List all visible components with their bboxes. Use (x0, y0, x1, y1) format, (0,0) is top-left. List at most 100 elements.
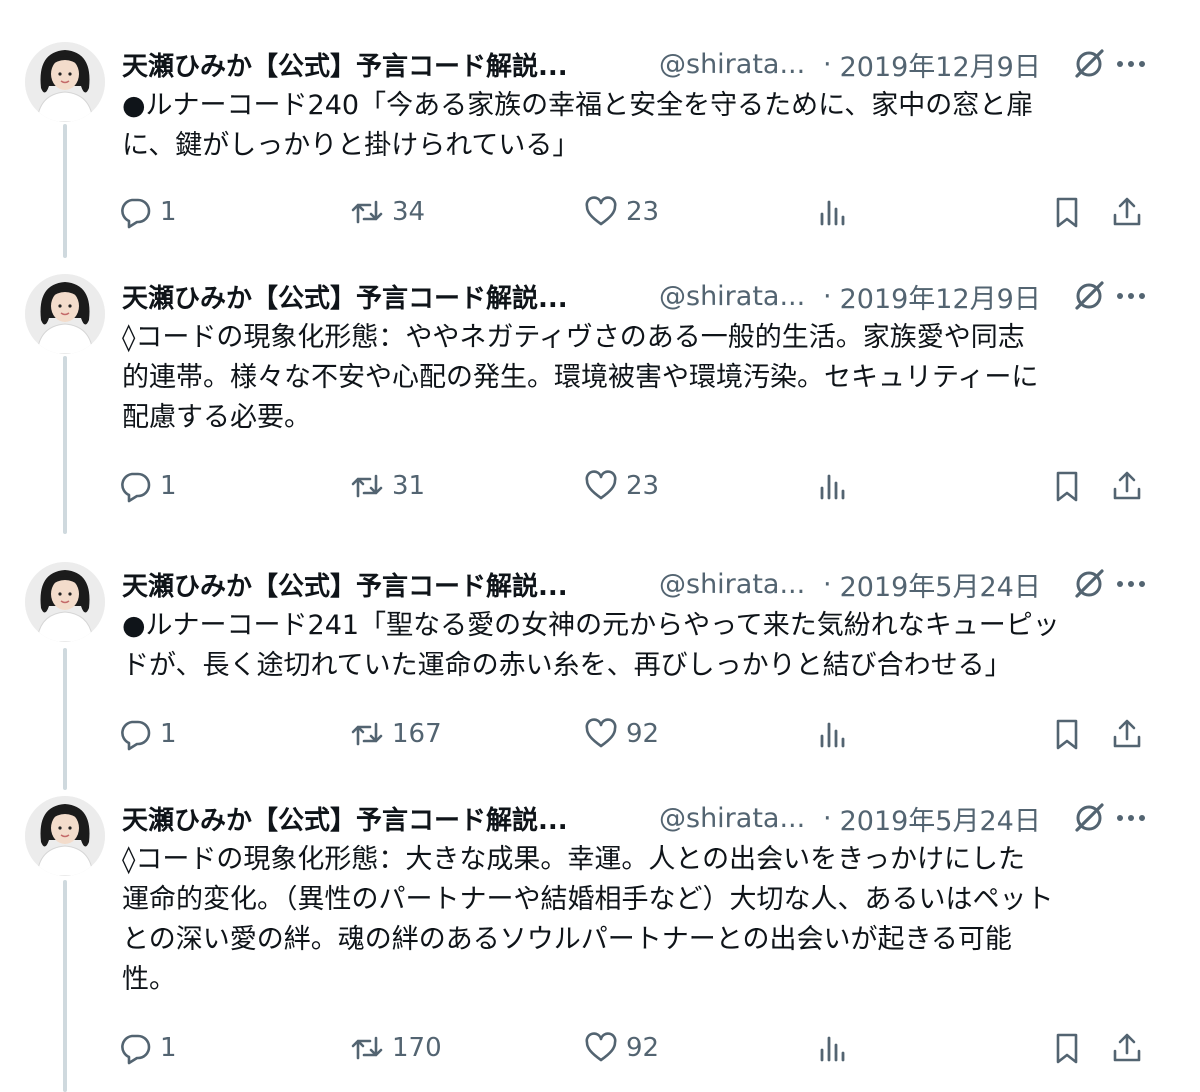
views-icon (820, 200, 845, 226)
more-icon[interactable] (1114, 570, 1148, 598)
more-icon[interactable] (1114, 50, 1148, 78)
reply-icon (121, 1034, 151, 1065)
bookmark-button[interactable] (1050, 464, 1084, 508)
avatar[interactable] (25, 796, 105, 876)
bookmark-button[interactable] (1050, 190, 1084, 234)
avatar[interactable] (25, 274, 105, 354)
grok-icon[interactable] (1071, 278, 1107, 314)
user-handle[interactable]: @shirata... (659, 803, 809, 834)
tweet-text: ◊コードの現象化形態：ややネガティヴさのある一般的生活。家族愛や同志 的連帯。様… (122, 322, 1039, 433)
bookmark-icon (1056, 1033, 1078, 1064)
reply-count: 1 (160, 197, 177, 227)
retweet-icon (351, 1036, 383, 1060)
heart-icon (585, 470, 617, 500)
retweet-count: 170 (392, 1033, 442, 1063)
retweet-count: 167 (392, 719, 442, 749)
retweet-count: 34 (392, 197, 426, 227)
share-button[interactable] (1110, 1026, 1144, 1070)
thread-line (63, 880, 67, 1092)
reply-count: 1 (160, 719, 177, 749)
reply-button[interactable]: 1 (118, 712, 177, 756)
reply-button[interactable]: 1 (118, 190, 177, 234)
avatar-image (25, 42, 105, 122)
display-name[interactable]: 天瀬ひみか【公式】予言コード解説... (122, 566, 647, 603)
views-button[interactable] (816, 464, 850, 508)
retweet-button[interactable]: 170 (350, 1026, 442, 1070)
tweet-text: ●ルナーコード241「聖なる愛の女神の元からやって来た気紛れなキューピッ ドが、… (122, 610, 1060, 681)
separator-dot: · (823, 48, 832, 80)
views-icon (820, 474, 845, 500)
reply-icon (121, 472, 151, 503)
action-bar: 1 31 23 (118, 464, 1158, 508)
avatar[interactable] (25, 562, 105, 642)
views-button[interactable] (816, 190, 850, 234)
action-bar: 1 34 23 (118, 190, 1158, 234)
tweet-text: ◊コードの現象化形態：大きな成果。幸運。人との出会いをきっかけにした 運命的変化… (122, 844, 1054, 995)
tweet-date[interactable]: 2019年5月24日 (840, 799, 1041, 838)
grok-icon[interactable] (1071, 566, 1107, 602)
display-name[interactable]: 天瀬ひみか【公式】予言コード解説... (122, 46, 647, 83)
bookmark-icon (1056, 719, 1078, 750)
retweet-count: 31 (392, 471, 426, 501)
share-icon (1113, 719, 1141, 748)
grok-icon[interactable] (1071, 800, 1107, 836)
retweet-button[interactable]: 34 (350, 190, 425, 234)
retweet-button[interactable]: 31 (350, 464, 425, 508)
like-count: 92 (626, 719, 660, 749)
display-name[interactable]: 天瀬ひみか【公式】予言コード解説... (122, 800, 647, 837)
like-button[interactable]: 92 (584, 1026, 659, 1070)
share-button[interactable] (1110, 190, 1144, 234)
more-icon[interactable] (1114, 804, 1148, 832)
views-button[interactable] (816, 1026, 850, 1070)
display-name[interactable]: 天瀬ひみか【公式】予言コード解説... (122, 278, 647, 315)
heart-icon (585, 196, 617, 226)
like-button[interactable]: 23 (584, 464, 659, 508)
like-button[interactable]: 92 (584, 712, 659, 756)
retweet-button[interactable]: 167 (350, 712, 442, 756)
like-count: 23 (626, 197, 660, 227)
avatar[interactable] (25, 42, 105, 122)
user-handle[interactable]: @shirata... (659, 49, 809, 80)
reply-icon (121, 720, 151, 751)
bookmark-icon (1056, 471, 1078, 502)
user-handle[interactable]: @shirata... (659, 281, 809, 312)
tweet-date[interactable]: 2019年12月9日 (840, 277, 1041, 316)
views-button[interactable] (816, 712, 850, 756)
views-icon (820, 722, 845, 748)
bookmark-button[interactable] (1050, 1026, 1084, 1070)
reply-icon (121, 198, 151, 229)
avatar-image (25, 274, 105, 354)
avatar-image (25, 562, 105, 642)
share-icon (1113, 1033, 1141, 1062)
separator-dot: · (823, 568, 832, 600)
share-icon (1113, 471, 1141, 500)
tweet-date[interactable]: 2019年12月9日 (840, 45, 1041, 84)
user-handle[interactable]: @shirata... (659, 569, 809, 600)
avatar-image (25, 796, 105, 876)
thread-line (63, 648, 67, 790)
more-icon[interactable] (1114, 282, 1148, 310)
share-button[interactable] (1110, 712, 1144, 756)
retweet-icon (351, 722, 383, 746)
heart-icon (585, 1032, 617, 1062)
reply-count: 1 (160, 471, 177, 501)
bookmark-button[interactable] (1050, 712, 1084, 756)
like-button[interactable]: 23 (584, 190, 659, 234)
reply-button[interactable]: 1 (118, 1026, 177, 1070)
separator-dot: · (823, 280, 832, 312)
tweet-date[interactable]: 2019年5月24日 (840, 565, 1041, 604)
like-count: 92 (626, 1033, 660, 1063)
share-button[interactable] (1110, 464, 1144, 508)
grok-icon[interactable] (1071, 46, 1107, 82)
tweet-text: ●ルナーコード240「今ある家族の幸福と安全を守るために、家中の窓と扉 に、鍵が… (122, 90, 1034, 161)
action-bar: 1 170 92 (118, 1026, 1158, 1070)
heart-icon (585, 718, 617, 748)
retweet-icon (351, 474, 383, 498)
bookmark-icon (1056, 197, 1078, 228)
separator-dot: · (823, 802, 832, 834)
thread-line (63, 356, 67, 534)
action-bar: 1 167 92 (118, 712, 1158, 756)
share-icon (1113, 197, 1141, 226)
reply-button[interactable]: 1 (118, 464, 177, 508)
reply-count: 1 (160, 1033, 177, 1063)
